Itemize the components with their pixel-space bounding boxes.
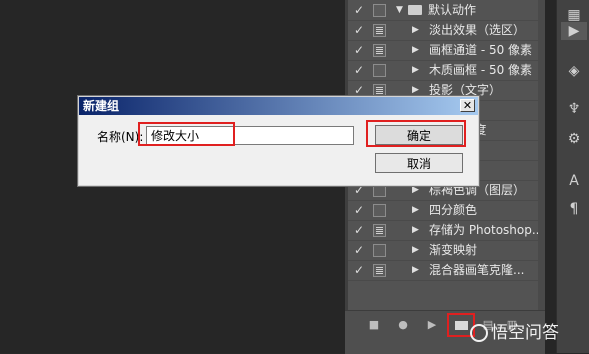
- folder-icon: [408, 5, 422, 15]
- action-label: 木质画框 - 50 像素: [429, 63, 533, 77]
- cube-icon[interactable]: ◈: [565, 62, 583, 80]
- dialog-toggle-icon[interactable]: [373, 244, 386, 257]
- input-highlight-box: [138, 122, 235, 146]
- actions-play-icon[interactable]: ▶: [561, 22, 587, 40]
- dialog-titlebar: 新建组 ✕: [79, 97, 478, 115]
- check-icon[interactable]: ✓: [354, 20, 366, 40]
- check-icon[interactable]: ✓: [354, 200, 366, 220]
- action-label: 画框通道 - 50 像素: [429, 43, 533, 57]
- expand-right-icon[interactable]: ▶: [412, 20, 422, 40]
- action-label: 渐变映射: [429, 243, 478, 257]
- action-row[interactable]: ✓ ▶ 混合器画笔克隆...: [348, 260, 545, 281]
- expand-right-icon[interactable]: ▶: [412, 240, 422, 260]
- stop-icon[interactable]: ■: [367, 318, 381, 332]
- action-row[interactable]: ✓ ▼ 默认动作: [348, 0, 545, 21]
- watermark-logo-icon: [470, 324, 488, 342]
- check-icon[interactable]: ✓: [354, 60, 366, 80]
- expand-right-icon[interactable]: ▶: [412, 220, 422, 240]
- expand-right-icon[interactable]: ▶: [412, 260, 422, 280]
- ok-highlight-box: [366, 120, 466, 147]
- action-label: 淡出效果（选区）: [429, 23, 526, 37]
- action-row[interactable]: ✓ ▶ 画框通道 - 50 像素: [348, 40, 545, 61]
- character-icon[interactable]: A: [565, 172, 583, 190]
- check-icon[interactable]: ✓: [354, 40, 366, 60]
- watermark-text: 悟空问答: [491, 323, 559, 343]
- action-row[interactable]: ✓ ▶ 淡出效果（选区）: [348, 20, 545, 41]
- action-row[interactable]: ✓ ▶ 渐变映射: [348, 240, 545, 261]
- action-label: 默认动作: [428, 3, 477, 17]
- expand-right-icon[interactable]: ▶: [412, 60, 422, 80]
- panel-scrollbar[interactable]: [538, 0, 545, 310]
- right-tool-strip: ▦ ▶ ◈ ♆ ⚙ A ¶: [556, 0, 589, 353]
- expand-right-icon[interactable]: ▶: [412, 200, 422, 220]
- cancel-button[interactable]: 取消: [375, 153, 463, 173]
- play-icon[interactable]: ▶: [425, 318, 439, 332]
- watermark: 悟空问答: [470, 318, 559, 343]
- dialog-toggle-icon[interactable]: [373, 44, 386, 57]
- dialog-title: 新建组: [83, 99, 120, 113]
- dialog-toggle-icon[interactable]: [373, 224, 386, 237]
- dialog-toggle-icon[interactable]: [373, 64, 386, 77]
- action-label: 四分颜色: [429, 203, 478, 217]
- paragraph-icon[interactable]: ¶: [565, 200, 583, 218]
- dialog-toggle-icon[interactable]: [373, 264, 386, 277]
- new-set-dialog: 新建组 ✕ 名称(N): 确定 取消: [77, 95, 480, 187]
- expand-right-icon[interactable]: ▶: [412, 40, 422, 60]
- brush-icon[interactable]: ♆: [565, 100, 583, 118]
- close-button[interactable]: ✕: [460, 99, 475, 112]
- check-icon[interactable]: ✓: [354, 260, 366, 280]
- action-row[interactable]: ✓ ▶ 存储为 Photoshop...: [348, 220, 545, 241]
- dialog-toggle-icon[interactable]: [373, 24, 386, 37]
- record-icon[interactable]: ●: [396, 318, 410, 332]
- action-label: 混合器画笔克隆...: [429, 263, 525, 277]
- dialog-toggle-icon[interactable]: [373, 204, 386, 217]
- action-row[interactable]: ✓ ▶ 四分颜色: [348, 200, 545, 221]
- folder-icon: [455, 321, 468, 330]
- check-icon[interactable]: ✓: [354, 240, 366, 260]
- action-label: 存储为 Photoshop...: [429, 223, 544, 237]
- action-row[interactable]: ✓ ▶ 木质画框 - 50 像素: [348, 60, 545, 81]
- dialog-toggle-icon[interactable]: [373, 4, 386, 17]
- check-icon[interactable]: ✓: [354, 0, 366, 20]
- check-icon[interactable]: ✓: [354, 220, 366, 240]
- name-label: 名称(N):: [97, 130, 144, 144]
- expand-down-icon[interactable]: ▼: [396, 0, 406, 20]
- tool-presets-icon[interactable]: ⚙: [565, 130, 583, 148]
